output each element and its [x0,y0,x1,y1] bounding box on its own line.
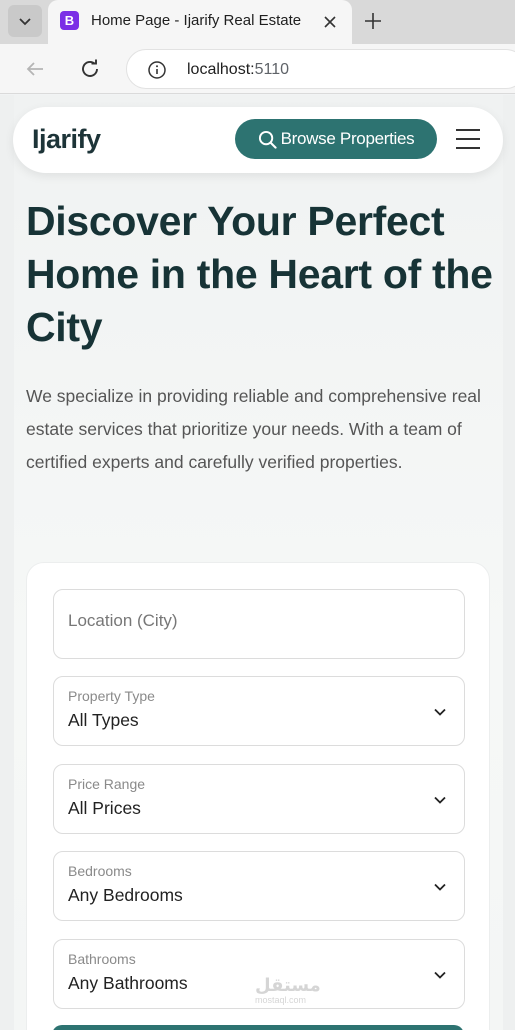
watermark-logo: مستقل mostaql.com [255,975,321,1009]
property-type-select[interactable]: Property Type All Types [53,676,465,746]
url-host: localhost: [187,61,255,78]
favicon-icon: B [60,11,79,30]
new-tab-button[interactable] [360,8,386,34]
browser-toolbar: localhost:5110 [0,44,515,94]
chevron-down-icon [434,883,446,891]
hero-description: We specialize in providing reliable and … [26,386,481,472]
hero-title: Discover Your Perfect Home in the Heart … [26,198,493,350]
bedrooms-select[interactable]: Bedrooms Any Bedrooms [53,851,465,921]
menu-toggle-button[interactable] [455,127,481,151]
chevron-down-icon [434,796,446,804]
site-logo[interactable]: Ijarify [32,124,101,155]
bathrooms-label: Bathrooms [68,951,136,967]
page-viewport: Ijarify Browse Properties Discover Your … [0,95,515,1030]
arrow-left-icon [26,62,43,76]
browse-properties-label: Browse Properties [280,129,415,148]
hamburger-icon [456,129,480,149]
close-icon [324,16,336,28]
chevron-down-icon [19,18,31,26]
plus-icon [365,13,381,29]
chevron-down-icon [434,971,446,979]
search-icon [258,130,277,149]
search-submit-button[interactable] [52,1025,464,1030]
location-field[interactable]: Location (City) [53,589,465,659]
url-port: 5110 [254,61,289,78]
browser-tab-bar: B Home Page - Ijarify Real Estate [0,0,515,44]
active-tab[interactable]: B Home Page - Ijarify Real Estate [48,0,352,44]
bedrooms-value: Any Bedrooms [68,885,183,905]
chevron-down-icon [434,708,446,716]
property-type-value: All Types [68,710,139,730]
reload-button[interactable] [77,56,103,82]
price-range-select[interactable]: Price Range All Prices [53,764,465,834]
site-info-icon[interactable] [147,60,167,80]
site-navbar: Ijarify Browse Properties [13,107,503,173]
price-range-value: All Prices [68,798,141,818]
watermark-text: مستقل [255,975,321,996]
reload-icon [82,59,98,77]
browse-properties-button[interactable]: Browse Properties [235,119,437,159]
tab-title: Home Page - Ijarify Real Estate [91,12,302,29]
watermark-subtext: mostaql.com [255,995,307,1005]
bathrooms-value: Any Bathrooms [68,973,188,993]
close-tab-button[interactable] [320,12,340,32]
location-input-placeholder: Location (City) [68,611,178,630]
url-text: localhost:5110 [187,61,289,79]
property-search-form: Location (City) Property Type All Types … [26,562,490,1030]
bedrooms-label: Bedrooms [68,863,132,879]
address-bar[interactable]: localhost:5110 [126,49,515,89]
tab-search-button[interactable] [8,5,42,37]
property-type-label: Property Type [68,688,155,704]
back-button[interactable] [22,56,48,82]
price-range-label: Price Range [68,776,146,792]
